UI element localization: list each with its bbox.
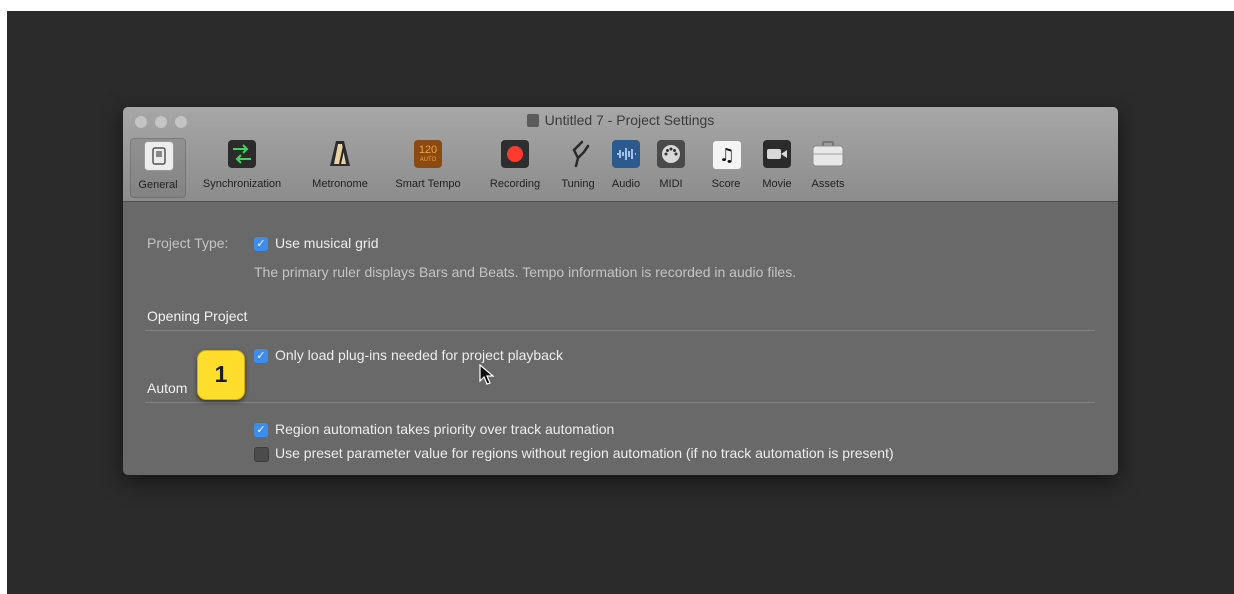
tab-audio[interactable]: Audio: [605, 138, 647, 196]
sync-arrows-icon: [228, 140, 256, 168]
tab-audio-label: Audio: [611, 178, 641, 190]
assets-briefcase-icon: [812, 140, 844, 168]
audio-waveform-icon: [612, 140, 640, 168]
tab-assets[interactable]: Assets: [805, 138, 851, 196]
project-settings-window: Untitled 7 - Project Settings General Sy…: [123, 107, 1118, 475]
region-priority-checkbox[interactable]: ✓: [254, 423, 268, 437]
window-title-bar-text: Untitled 7 - Project Settings: [123, 112, 1118, 128]
callout-badge: 1: [197, 350, 245, 400]
score-note-glyph: ♫: [718, 144, 736, 166]
smart-tempo-icon-number: 120: [418, 144, 438, 156]
score-note-icon: ♫: [712, 140, 742, 170]
tab-score[interactable]: ♫ Score: [705, 138, 747, 196]
automation-divider: [145, 402, 1095, 403]
document-icon: [526, 114, 539, 127]
window-titlebar: Untitled 7 - Project Settings General Sy…: [123, 107, 1118, 202]
tab-assets-label: Assets: [811, 178, 845, 190]
tab-synchronization-label: Synchronization: [202, 178, 282, 190]
tab-midi-label: MIDI: [659, 178, 683, 190]
record-icon: [501, 140, 529, 168]
tab-general-label: General: [138, 179, 178, 191]
tab-general[interactable]: General: [130, 138, 186, 198]
smart-tempo-icon: 120 AUTO: [414, 140, 442, 168]
region-priority-label[interactable]: Region automation takes priority over tr…: [275, 421, 614, 437]
tuning-fork-icon: [564, 140, 592, 168]
window-title: Untitled 7 - Project Settings: [544, 112, 715, 128]
preset-parameter-checkbox[interactable]: [254, 447, 269, 462]
tab-recording-label: Recording: [489, 178, 541, 190]
tab-movie-label: Movie: [762, 178, 792, 190]
automation-heading: Autom: [147, 380, 188, 396]
tab-movie[interactable]: Movie: [757, 138, 797, 196]
tab-synchronization[interactable]: Synchronization: [188, 138, 296, 196]
tab-smart-tempo-label: Smart Tempo: [395, 178, 461, 190]
use-musical-grid-checkbox[interactable]: ✓: [254, 237, 268, 251]
load-plugins-label[interactable]: Only load plug-ins needed for project pl…: [275, 347, 563, 363]
general-settings-panel: Project Type: ✓ Use musical grid The pri…: [123, 202, 1118, 475]
opening-project-divider: [145, 330, 1095, 331]
preset-parameter-label[interactable]: Use preset parameter value for regions w…: [275, 445, 894, 461]
mouse-cursor-icon: [479, 364, 495, 385]
tab-smart-tempo[interactable]: 120 AUTO Smart Tempo: [382, 138, 474, 196]
tab-tuning[interactable]: Tuning: [555, 138, 601, 196]
general-switch-icon: [144, 141, 174, 171]
metronome-icon: [326, 140, 354, 168]
use-musical-grid-label[interactable]: Use musical grid: [275, 235, 378, 251]
movie-camera-icon: [763, 140, 791, 168]
project-type-label: Project Type:: [147, 235, 229, 251]
smart-tempo-icon-auto: AUTO: [419, 157, 437, 163]
musical-grid-description: The primary ruler displays Bars and Beat…: [254, 264, 797, 280]
load-plugins-checkbox[interactable]: ✓: [254, 349, 268, 363]
tab-metronome[interactable]: Metronome: [299, 138, 381, 196]
tab-tuning-label: Tuning: [561, 178, 595, 190]
midi-port-icon: [657, 140, 685, 168]
tab-metronome-label: Metronome: [312, 178, 368, 190]
tab-recording[interactable]: Recording: [479, 138, 551, 196]
tab-midi[interactable]: MIDI: [652, 138, 690, 196]
opening-project-heading: Opening Project: [147, 308, 248, 324]
tab-score-label: Score: [711, 178, 741, 190]
